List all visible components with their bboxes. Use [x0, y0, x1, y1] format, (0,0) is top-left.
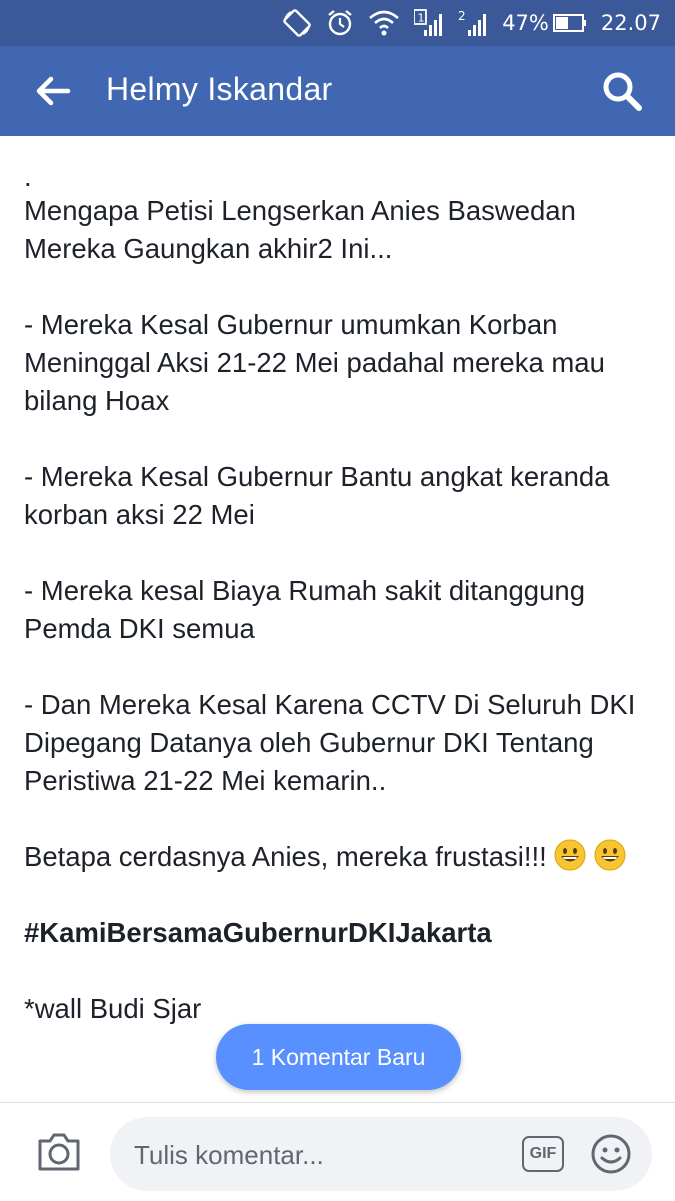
post-conclusion: Betapa cerdasnya Anies, mereka frustasi!… [24, 841, 547, 872]
signal-sim1-icon: 1 [414, 8, 444, 38]
comment-input[interactable] [132, 1117, 496, 1193]
comment-bar: GIF [0, 1102, 675, 1201]
signal-sim2-icon: 2 [458, 8, 488, 38]
post-point-2: - Mereka Kesal Gubernur Bantu angkat ker… [24, 461, 610, 530]
comment-box: GIF [110, 1117, 652, 1193]
clock: 22.07 [600, 11, 661, 35]
app-bar: Helmy Iskandar [0, 46, 675, 136]
gif-button[interactable]: GIF [522, 1136, 564, 1172]
grinning-emoji-icon [594, 839, 626, 871]
post-credit: *wall Budi Sjar [24, 993, 202, 1024]
smiley-icon[interactable] [590, 1133, 632, 1175]
post-headline: Mengapa Petisi Lengserkan Anies Baswedan… [24, 195, 576, 264]
post-dot: . [24, 161, 32, 192]
battery-icon [552, 13, 587, 33]
post-content: . Mengapa Petisi Lengserkan Anies Baswed… [24, 162, 654, 1066]
back-arrow-icon[interactable] [34, 72, 72, 110]
battery-percent: 47% [502, 11, 549, 35]
page-title: Helmy Iskandar [106, 71, 333, 107]
status-bar: 1 2 47% 22.07 [0, 0, 675, 46]
post-conclusion-block: Betapa cerdasnya Anies, mereka frustasi!… [24, 838, 654, 876]
new-comment-button[interactable]: 1 Komentar Baru [216, 1024, 461, 1090]
post-point-3: - Mereka kesal Biaya Rumah sakit ditangg… [24, 575, 585, 644]
sim1-label: 1 [418, 12, 425, 25]
grinning-emoji-icon [554, 839, 586, 871]
post-hashtag[interactable]: #KamiBersamaGubernurDKIJakarta [24, 914, 654, 952]
post-point-1: - Mereka Kesal Gubernur umumkan Korban M… [24, 309, 605, 416]
post-point-4: - Dan Mereka Kesal Karena CCTV Di Seluru… [24, 689, 636, 796]
wifi-icon [368, 9, 400, 37]
search-icon[interactable] [601, 70, 643, 112]
new-comment-label: 1 Komentar Baru [251, 1043, 426, 1070]
screen-rotate-icon [282, 8, 312, 38]
camera-icon[interactable] [36, 1131, 82, 1173]
sim2-label: 2 [458, 9, 466, 23]
alarm-icon [326, 8, 354, 38]
